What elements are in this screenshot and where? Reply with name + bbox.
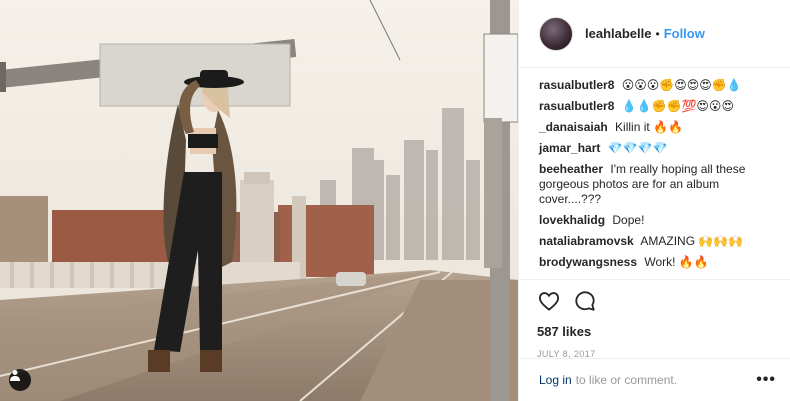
avatar[interactable] xyxy=(539,16,573,51)
comment-username[interactable]: jamar_hart xyxy=(539,141,600,155)
comment-username[interactable]: brodywangsness xyxy=(539,255,637,269)
comment-username[interactable]: beeheather xyxy=(539,162,603,176)
comment-item: nataliabramovsk AMAZING 🙌🙌🙌 xyxy=(539,234,769,249)
comment-button[interactable] xyxy=(573,289,597,313)
overhead-sign xyxy=(99,43,291,107)
traffic-sign xyxy=(483,33,518,123)
comment-item: brodywangsness Work! 🔥🔥 xyxy=(539,255,769,270)
comment-text: Work! 🔥🔥 xyxy=(644,255,709,269)
post-side-panel: leahlabelle • Follow rasualbutler8 😮😮😮✊😍… xyxy=(518,0,790,401)
more-options-button[interactable]: ••• xyxy=(756,372,776,388)
comment-username[interactable]: _danaisaiah xyxy=(539,120,608,134)
login-suffix: to like or comment. xyxy=(575,373,678,387)
comment-list: rasualbutler8 😮😮😮✊😍😍😍✊💧 rasualbutler8 💧💧… xyxy=(519,68,790,270)
person-icon xyxy=(10,370,20,381)
comment-text: 💎💎💎💎 xyxy=(607,141,668,155)
comment-item: jamar_hart 💎💎💎💎 xyxy=(539,141,769,156)
comment-item: _danaisaiah Killin it 🔥🔥 xyxy=(539,120,769,135)
comment-text: 💧💧✊✊💯😍😮😍 xyxy=(621,99,734,113)
comment-username[interactable]: rasualbutler8 xyxy=(539,78,614,92)
comment-text: Dope! xyxy=(612,213,645,227)
login-prompt: Log in to like or comment. ••• xyxy=(519,358,790,401)
comment-item: lovekhalidg Dope! xyxy=(539,213,769,228)
header-separator: • xyxy=(655,26,660,41)
comment-item: beeheather I'm really hoping all these g… xyxy=(539,162,769,207)
car xyxy=(336,272,366,286)
follow-button[interactable]: Follow xyxy=(664,26,705,41)
user-tag-button[interactable] xyxy=(9,369,31,391)
comment-item: rasualbutler8 💧💧✊✊💯😍😮😍 xyxy=(539,99,769,114)
post-actions: 587 likes JULY 8, 2017 xyxy=(519,279,790,359)
post-header: leahlabelle • Follow xyxy=(519,0,790,68)
post-photo[interactable] xyxy=(0,0,518,401)
author-username[interactable]: leahlabelle xyxy=(585,26,651,41)
comment-item: rasualbutler8 😮😮😮✊😍😍😍✊💧 xyxy=(539,78,769,93)
likes-count[interactable]: 587 likes xyxy=(537,324,772,339)
speech-bubble-icon xyxy=(575,291,595,311)
comment-text: Killin it 🔥🔥 xyxy=(615,120,683,134)
heart-outline-icon xyxy=(538,292,560,311)
comment-text: 😮😮😮✊😍😍😍✊💧 xyxy=(621,78,742,92)
comment-username[interactable]: nataliabramovsk xyxy=(539,234,634,248)
action-icons xyxy=(537,286,772,316)
comment-username[interactable]: lovekhalidg xyxy=(539,213,605,227)
street-scene-illustration xyxy=(0,0,518,401)
instagram-post: leahlabelle • Follow rasualbutler8 😮😮😮✊😍… xyxy=(0,0,790,401)
login-link[interactable]: Log in xyxy=(539,373,572,387)
comment-text: AMAZING 🙌🙌🙌 xyxy=(640,234,744,248)
like-button[interactable] xyxy=(537,289,561,313)
comment-username[interactable]: rasualbutler8 xyxy=(539,99,614,113)
